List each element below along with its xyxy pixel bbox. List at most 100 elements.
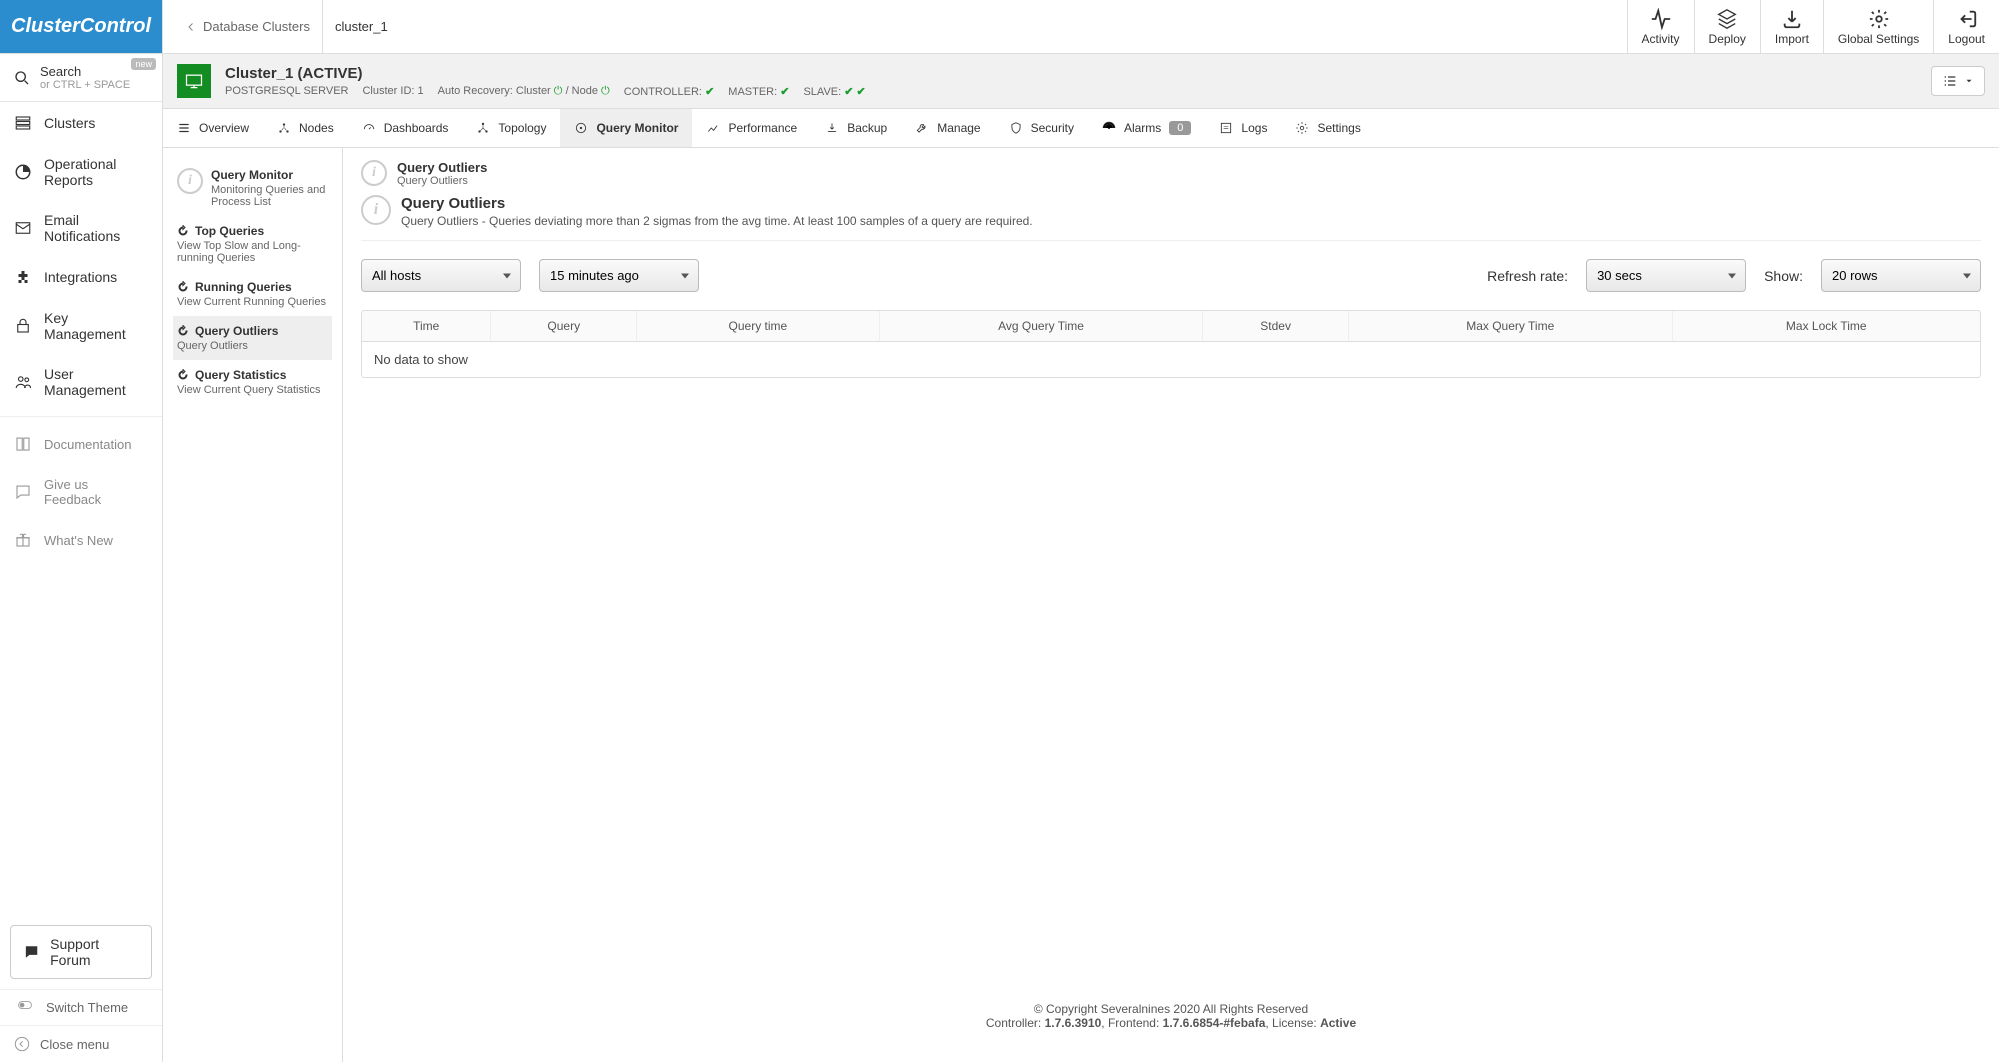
sidebar-item-feedback[interactable]: Give us Feedback [0,465,162,519]
cluster-tabs: Overview Nodes Dashboards Topology Query… [163,109,1999,148]
sidebar-item-docs[interactable]: Documentation [0,423,162,465]
sidebar-reports-label: Operational Reports [44,156,148,188]
query-monitor-subnav: i Query Monitor Monitoring Queries and P… [163,148,343,1062]
breadcrumb-current[interactable]: cluster_1 [322,0,400,53]
sidebar-item-whatsnew[interactable]: What's New [0,519,162,561]
sidebar-whatsnew-label: What's New [44,533,113,548]
import-label: Import [1775,32,1809,46]
panel-subtitle: Query Outliers [397,175,487,187]
new-badge: new [131,58,156,70]
th-max[interactable]: Max Query Time [1349,311,1673,341]
th-querytime[interactable]: Query time [637,311,880,341]
logo[interactable]: ClusterControl [0,0,163,53]
search-label: Search [40,64,130,79]
sidebar-feedback-label: Give us Feedback [44,477,148,507]
sidebar-item-integrations[interactable]: Integrations [0,256,162,298]
sidebar-item-email[interactable]: Email Notifications [0,200,162,256]
th-time[interactable]: Time [362,311,491,341]
clusters-icon [14,114,32,132]
support-forum-label: Support Forum [50,936,139,968]
backup-icon [825,121,839,135]
close-menu[interactable]: Close menu [0,1025,162,1062]
tab-nodes[interactable]: Nodes [263,109,348,147]
activity-button[interactable]: Activity [1627,0,1694,53]
th-avg[interactable]: Avg Query Time [880,311,1204,341]
sidebar-integrations-label: Integrations [44,269,117,285]
tab-settings[interactable]: Settings [1281,109,1374,147]
chat-icon [14,483,32,501]
version-line: Controller: 1.7.6.3910, Frontend: 1.7.6.… [361,1016,1981,1030]
deploy-button[interactable]: Deploy [1694,0,1760,53]
sidebar-docs-label: Documentation [44,437,131,452]
tab-security[interactable]: Security [995,109,1088,147]
global-settings-button[interactable]: Global Settings [1823,0,1933,53]
lock-icon [14,317,32,335]
arrow-left-icon [14,1036,30,1052]
import-icon [1781,8,1803,30]
refresh-icon [177,281,189,293]
time-range-select[interactable]: 15 minutes ago [539,259,699,292]
info-icon: i [361,160,387,186]
auto-recovery: Auto Recovery: Cluster ⏻ / Node ⏻ [438,85,610,98]
cluster-header: Cluster_1 (ACTIVE) POSTGRESQL SERVER Clu… [163,54,1999,109]
refresh-icon [177,325,189,337]
section-title: Query Outliers [401,195,1033,212]
alarm-icon [1102,121,1116,135]
th-stdev[interactable]: Stdev [1203,311,1349,341]
tab-dashboards[interactable]: Dashboards [348,109,463,147]
subnav-query-outliers[interactable]: Query Outliers Query Outliers [173,316,332,360]
subnav-query-statistics[interactable]: Query Statistics View Current Query Stat… [173,360,332,404]
dashboard-icon [362,121,376,135]
tab-topology[interactable]: Topology [462,109,560,147]
activity-label: Activity [1642,32,1680,46]
book-icon [14,435,32,453]
tab-manage[interactable]: Manage [901,109,994,147]
tab-backup[interactable]: Backup [811,109,901,147]
nodes-icon [277,121,291,135]
list-icon [1942,73,1958,89]
th-query[interactable]: Query [491,311,637,341]
activity-icon [1650,8,1672,30]
th-maxlock[interactable]: Max Lock Time [1673,311,1980,341]
tab-performance[interactable]: Performance [692,109,811,147]
alarms-count-badge: 0 [1169,121,1191,135]
support-forum-button[interactable]: Support Forum [10,925,152,979]
subnav-running-queries[interactable]: Running Queries View Current Running Que… [173,272,332,316]
comment-icon [23,943,40,961]
search-icon [14,70,30,86]
breadcrumb: Database Clusters cluster_1 [163,0,410,53]
logs-icon [1219,121,1233,135]
breadcrumb-root[interactable]: Database Clusters [173,19,322,34]
subnav-query-monitor[interactable]: i Query Monitor Monitoring Queries and P… [173,160,332,216]
refresh-icon [177,225,189,237]
sidebar-item-usermgmt[interactable]: User Management [0,354,162,410]
info-icon: i [361,195,391,225]
users-icon [14,373,32,391]
search-row[interactable]: Search or CTRL + SPACE new [0,54,162,102]
settings-icon [1295,121,1309,135]
sidebar-item-clusters[interactable]: Clusters [0,102,162,144]
tab-alarms[interactable]: Alarms0 [1088,109,1205,147]
import-button[interactable]: Import [1760,0,1823,53]
cluster-status-icon [177,64,211,98]
logout-button[interactable]: Logout [1933,0,1999,53]
rows-select[interactable]: 20 rows [1821,259,1981,292]
outliers-table: Time Query Query time Avg Query Time Std… [361,310,1981,378]
table-header: Time Query Query time Avg Query Time Std… [362,311,1980,342]
cluster-actions-button[interactable] [1931,66,1985,96]
tab-overview[interactable]: Overview [163,109,263,147]
sidebar-item-reports[interactable]: Operational Reports [0,144,162,200]
hosts-select[interactable]: All hosts [361,259,521,292]
refresh-rate-select[interactable]: 30 secs [1586,259,1746,292]
show-label: Show: [1764,268,1803,284]
sidebar-item-keymgmt[interactable]: Key Management [0,298,162,354]
tab-logs[interactable]: Logs [1205,109,1281,147]
footer: © Copyright Severalnines 2020 All Rights… [361,984,1981,1038]
filter-controls: All hosts 15 minutes ago Refresh rate: 3… [361,259,1981,292]
deploy-icon [1716,8,1738,30]
subnav-top-queries[interactable]: Top Queries View Top Slow and Long-runni… [173,216,332,272]
switch-theme[interactable]: Switch Theme [0,989,162,1025]
sidebar-usermgmt-label: User Management [44,366,148,398]
cluster-title: Cluster_1 (ACTIVE) [225,65,866,82]
tab-query-monitor[interactable]: Query Monitor [560,109,692,147]
